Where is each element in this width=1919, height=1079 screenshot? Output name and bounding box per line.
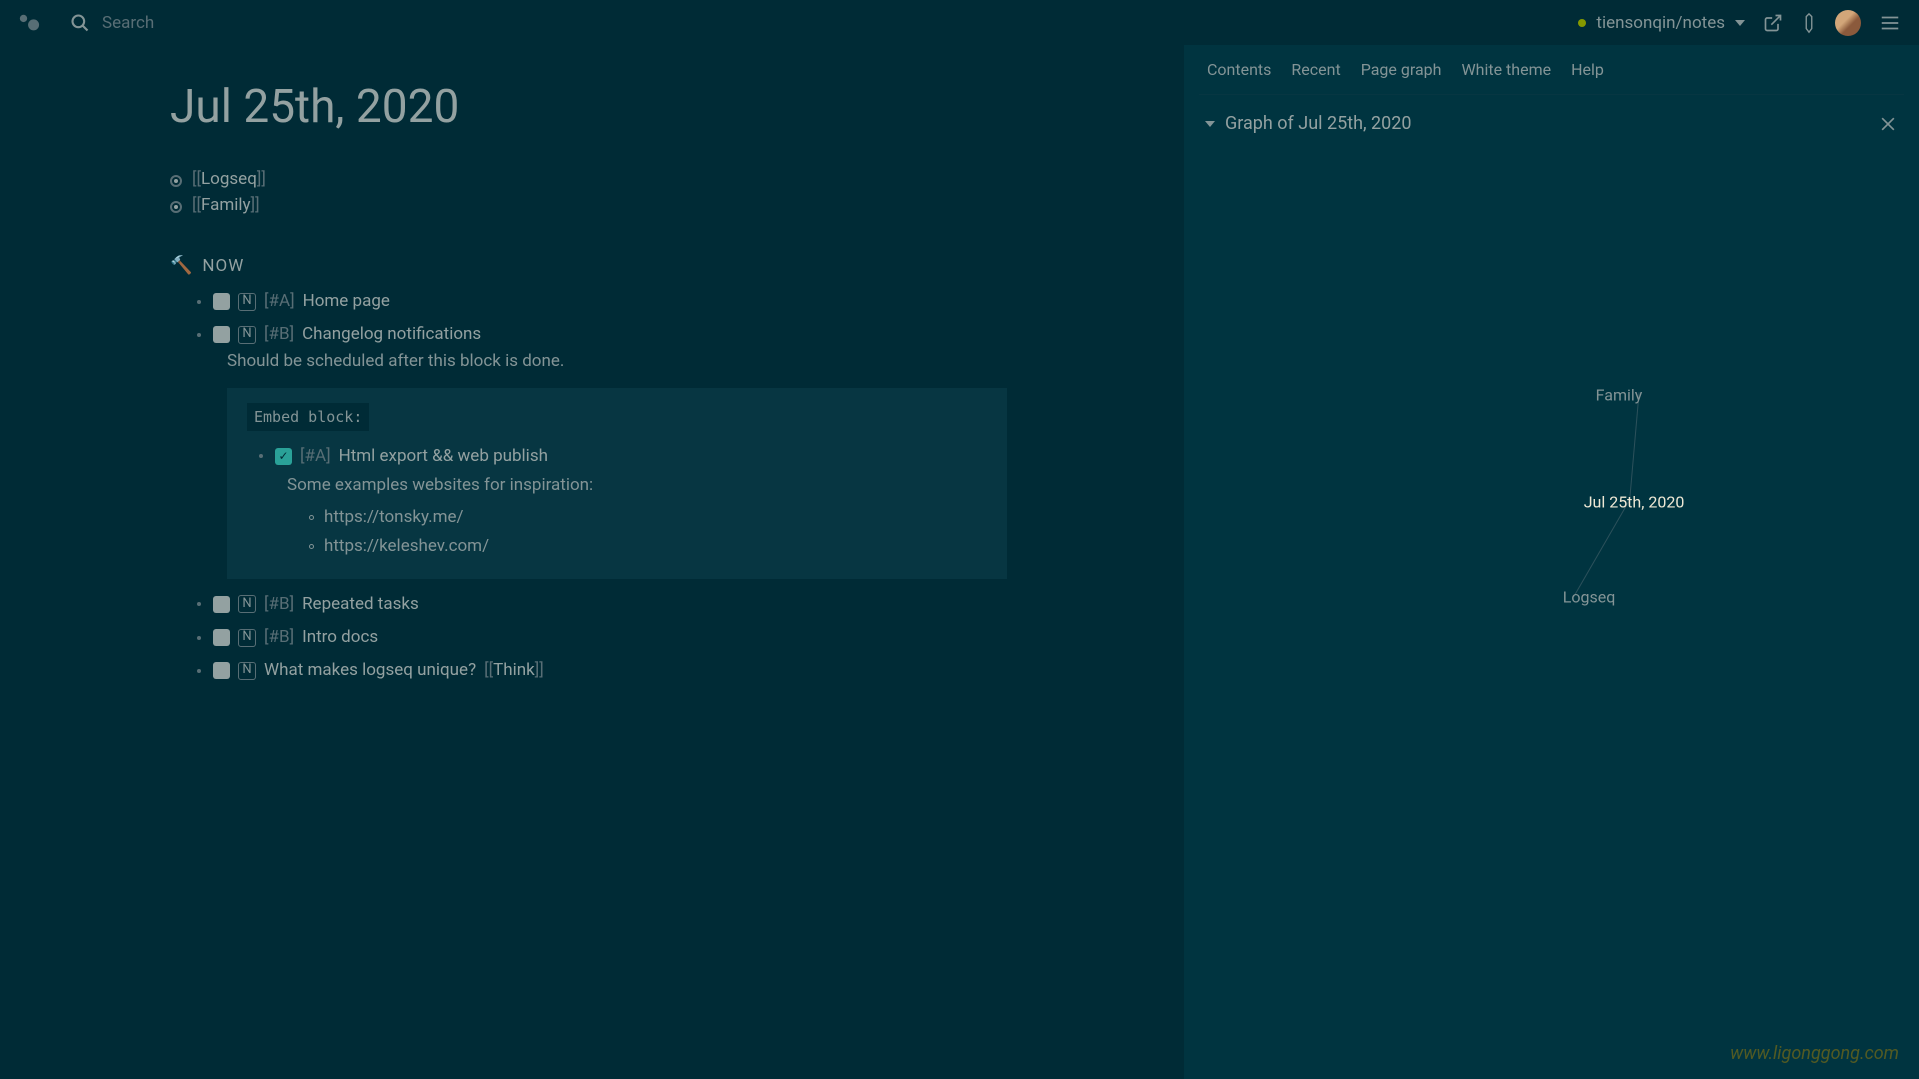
block-item[interactable]: [[Family]] [170, 195, 1184, 215]
task-text: Intro docs [302, 624, 378, 651]
graph-title: Graph of Jul 25th, 2020 [1225, 113, 1411, 134]
circle-bullet-icon [309, 544, 314, 549]
task-item[interactable]: N [#B] Intro docs [197, 624, 1184, 651]
link-url[interactable]: https://keleshev.com/ [324, 532, 489, 561]
bullet-icon [197, 300, 201, 304]
graph-node-family[interactable]: Family [1596, 386, 1643, 405]
task-text: What makes logseq unique? [264, 657, 476, 684]
bullet-icon [197, 333, 201, 337]
priority-tag: [#B] [264, 591, 294, 618]
collapse-icon[interactable] [1205, 121, 1215, 127]
watermark: www.ligonggong.com [1730, 1043, 1899, 1064]
circle-bullet-icon [309, 515, 314, 520]
now-badge: N [238, 595, 256, 613]
embed-subtext: Some examples websites for inspiration: [287, 472, 987, 499]
tab-help[interactable]: Help [1571, 60, 1604, 79]
now-badge: N [238, 293, 256, 311]
task-text: Repeated tasks [302, 591, 419, 618]
task-text: Html export && web publish [339, 443, 548, 470]
task-item[interactable]: N [#B] Repeated tasks [197, 591, 1184, 618]
link-url[interactable]: https://tonsky.me/ [324, 503, 464, 532]
graph-canvas[interactable]: Jul 25th, 2020 Family Logseq [1199, 152, 1904, 752]
logo-icon[interactable] [18, 12, 40, 34]
tab-page-graph[interactable]: Page graph [1361, 60, 1442, 79]
hammer-icon: 🔨 [170, 255, 192, 276]
tab-recent[interactable]: Recent [1291, 60, 1340, 79]
repo-name: tiensonqin/notes [1596, 13, 1725, 33]
pen-icon[interactable] [1801, 12, 1817, 34]
bullet-icon[interactable] [170, 175, 182, 187]
now-badge: N [238, 326, 256, 344]
task-item[interactable]: N [#B] Changelog notifications Should be… [197, 321, 1184, 579]
now-badge: N [238, 629, 256, 647]
task-checkbox[interactable] [213, 629, 230, 646]
search-icon [70, 13, 90, 33]
search-input[interactable]: Search [70, 13, 154, 33]
page-title: Jul 25th, 2020 [170, 80, 1184, 134]
close-icon[interactable] [1878, 114, 1898, 134]
embed-task-item[interactable]: ✓ [#A] Html export && web publish Some e… [259, 443, 987, 561]
task-item[interactable]: N What makes logseq unique? [[Think]] [197, 657, 1184, 684]
priority-tag: [#B] [264, 624, 294, 651]
now-badge: N [238, 662, 256, 680]
external-link-icon[interactable] [1763, 13, 1783, 33]
embed-block: Embed block: ✓ [#A] Html export && web p… [227, 388, 1007, 579]
embed-link[interactable]: https://tonsky.me/ [309, 503, 987, 532]
bullet-icon [197, 636, 201, 640]
bullet-icon [197, 669, 201, 673]
menu-icon[interactable] [1879, 12, 1901, 34]
repo-selector[interactable]: tiensonqin/notes [1578, 13, 1745, 33]
online-indicator-icon [1578, 19, 1586, 27]
bullet-icon [259, 454, 263, 458]
task-checkbox[interactable] [213, 662, 230, 679]
graph-edge [1629, 392, 1640, 502]
avatar[interactable] [1835, 10, 1861, 36]
chevron-down-icon [1735, 20, 1745, 26]
embed-label: Embed block: [247, 403, 369, 431]
task-checkbox[interactable] [213, 293, 230, 310]
priority-tag: [#B] [264, 321, 294, 348]
task-item[interactable]: N [#A] Home page [197, 288, 1184, 315]
graph-node-center[interactable]: Jul 25th, 2020 [1584, 493, 1685, 512]
search-placeholder: Search [102, 13, 154, 33]
task-subtext: Should be scheduled after this block is … [227, 348, 1184, 375]
embed-link[interactable]: https://keleshev.com/ [309, 532, 987, 561]
task-checkbox-checked[interactable]: ✓ [275, 448, 292, 465]
now-section-header: 🔨 NOW [170, 255, 1184, 276]
priority-tag: [#A] [264, 288, 295, 315]
graph-edge [1573, 502, 1629, 598]
graph-node-logseq[interactable]: Logseq [1563, 588, 1616, 607]
task-text: Home page [303, 288, 390, 315]
task-text: Changelog notifications [302, 321, 481, 348]
task-checkbox[interactable] [213, 326, 230, 343]
tab-contents[interactable]: Contents [1207, 60, 1271, 79]
page-link[interactable]: Logseq [201, 169, 257, 189]
task-checkbox[interactable] [213, 596, 230, 613]
block-item[interactable]: [[Logseq]] [170, 169, 1184, 189]
bullet-icon[interactable] [170, 201, 182, 213]
sidebar-tabs: Contents Recent Page graph White theme H… [1199, 45, 1904, 95]
now-label: NOW [202, 256, 244, 276]
page-link[interactable]: Family [201, 195, 251, 215]
tab-white-theme[interactable]: White theme [1461, 60, 1551, 79]
bullet-icon [197, 602, 201, 606]
priority-tag: [#A] [300, 443, 331, 470]
page-link[interactable]: Think [493, 660, 535, 680]
